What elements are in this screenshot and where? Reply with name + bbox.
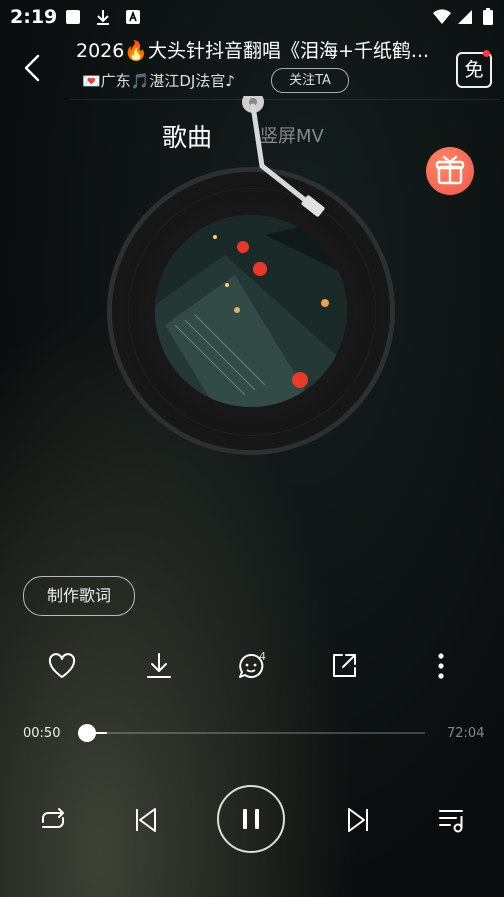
make-lyrics-button[interactable]: 制作歌词 xyxy=(23,576,135,616)
signal-icon xyxy=(458,10,472,24)
next-icon[interactable] xyxy=(342,804,374,836)
playlist-icon[interactable] xyxy=(436,804,468,836)
download-status-icon xyxy=(97,10,109,25)
heart-icon[interactable] xyxy=(46,650,78,682)
free-button[interactable]: 免 xyxy=(456,52,492,88)
follow-button[interactable]: 关注TA xyxy=(271,68,349,93)
album-cover[interactable] xyxy=(155,215,347,407)
song-title: 2026🔥大头针抖音翻唱《泪海+千纸鹤... xyxy=(76,40,430,62)
progress-handle[interactable] xyxy=(78,724,96,742)
back-icon[interactable] xyxy=(18,52,50,84)
previous-icon[interactable] xyxy=(130,804,162,836)
app-a-icon xyxy=(126,10,140,24)
elapsed-time: 00:50 xyxy=(23,726,61,741)
more-icon[interactable] xyxy=(425,650,457,682)
album-cover-image xyxy=(155,215,347,407)
notification-square-icon xyxy=(66,10,80,24)
comment-count: 4 xyxy=(259,650,266,663)
tab-song[interactable]: 歌曲 xyxy=(162,118,212,154)
pause-icon xyxy=(243,809,259,829)
share-icon[interactable] xyxy=(328,650,360,682)
artist-name[interactable]: 💌广东🎵湛江DJ法官♪ xyxy=(82,70,235,91)
notification-dot xyxy=(483,50,490,57)
status-time: 2:19 xyxy=(10,6,58,28)
download-icon[interactable] xyxy=(143,650,175,682)
tonearm xyxy=(242,96,325,217)
pause-button[interactable] xyxy=(217,785,285,853)
battery-icon xyxy=(483,8,493,25)
wifi-icon xyxy=(433,9,451,24)
gift-icon xyxy=(435,155,465,185)
total-time: 72:04 xyxy=(447,726,485,741)
repeat-icon[interactable] xyxy=(37,804,69,836)
progress-track[interactable] xyxy=(83,732,425,734)
status-bar: 2:19 xyxy=(0,0,504,34)
gift-button[interactable] xyxy=(426,147,474,195)
